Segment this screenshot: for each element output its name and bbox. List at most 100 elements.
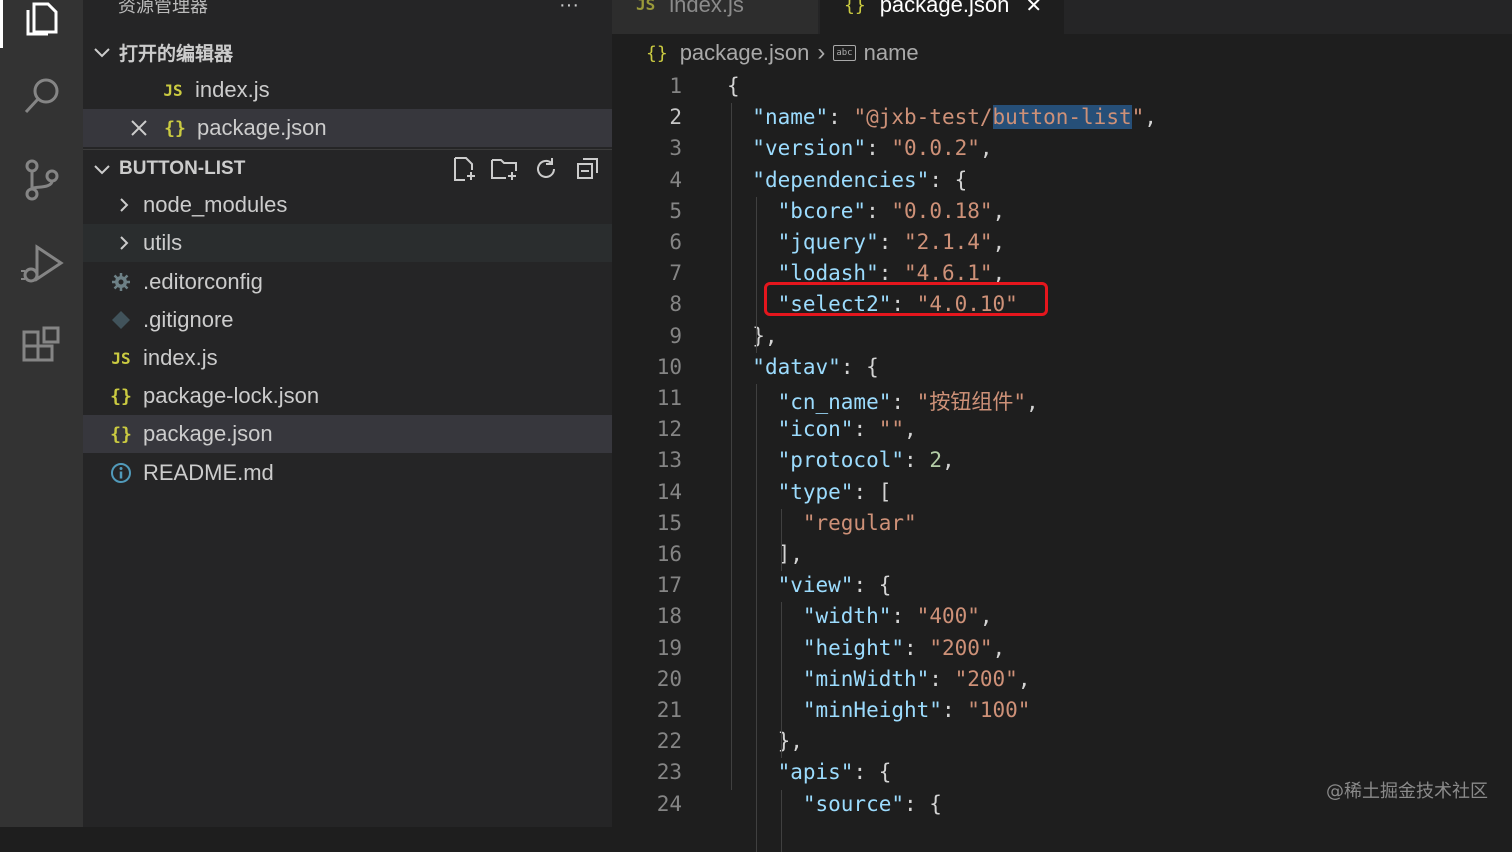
code-line[interactable]: 6 "jquery": "2.1.4", [612, 228, 1512, 259]
code-text: "minHeight": "100" [802, 698, 1031, 722]
search-icon[interactable] [0, 56, 83, 136]
tree-item-file[interactable]: README.md [83, 454, 612, 492]
tab-package-json[interactable]: {} package.json ✕ [820, 0, 1064, 34]
indent-guide [781, 602, 783, 759]
js-file-icon: JS [636, 0, 656, 14]
more-actions-icon[interactable]: ··· [559, 0, 579, 17]
code-line[interactable]: 20 "minWidth": "200", [612, 665, 1512, 696]
text-selection: button-list [992, 105, 1132, 130]
tree-item-label: package-lock.json [143, 383, 320, 408]
tree-item-file[interactable]: JS index.js [83, 339, 612, 377]
indent-guide [756, 196, 758, 353]
explorer-header: 资源管理器 ··· [83, 0, 612, 24]
code-line[interactable]: 8 "select2": "4.0.10" [612, 290, 1512, 321]
code-text: }, [727, 729, 803, 754]
json-file-icon: {} [164, 117, 186, 139]
code-line[interactable]: 16 ], [612, 540, 1512, 571]
line-number: 4 [669, 167, 682, 192]
code-line[interactable]: 19 "height": "200", [612, 634, 1512, 665]
indent-guide [781, 789, 783, 852]
code-line[interactable]: 22 }, [612, 727, 1512, 758]
code-line[interactable]: 15 "regular" [612, 509, 1512, 540]
tree-item-folder[interactable]: node_modules [83, 186, 612, 224]
tree-item-label: index.js [143, 345, 218, 370]
chevron-right-icon [120, 236, 129, 250]
gear-icon [112, 273, 130, 291]
tab-index-js[interactable]: JS index.js [612, 0, 818, 34]
code-text: }, [727, 323, 778, 348]
line-number: 16 [656, 542, 682, 566]
tab-label: index.js [669, 0, 744, 17]
code-line[interactable]: 3 "version": "0.0.2", [612, 134, 1512, 165]
code-text: "type": [ [777, 479, 892, 504]
line-number: 13 [656, 448, 682, 473]
open-editor-label: package.json [197, 115, 327, 140]
explorer-sidebar: 资源管理器 ··· 打开的编辑器 JS index.js {} package.… [83, 0, 612, 827]
open-editor-item[interactable]: {} package.json [83, 109, 612, 147]
new-folder-icon[interactable] [490, 156, 518, 182]
line-number: 7 [669, 261, 682, 286]
tree-item-file[interactable]: .gitignore [83, 301, 612, 339]
code-text: "name": "@jxb-test/button-list", [752, 105, 1157, 130]
js-file-icon: JS [163, 80, 183, 100]
collapse-all-icon[interactable] [575, 156, 601, 182]
code-line[interactable]: 12 "icon": "", [612, 415, 1512, 446]
tree-item-file[interactable]: {} package-lock.json [83, 377, 612, 415]
code-line[interactable]: 9 }, [612, 322, 1512, 353]
explorer-icon[interactable] [0, 0, 83, 58]
run-debug-icon[interactable] [0, 224, 83, 304]
code-editor[interactable]: 1{2 "name": "@jxb-test/button-list", 3 "v… [612, 72, 1512, 852]
line-number: 12 [656, 417, 682, 442]
code-line[interactable]: 7 "lodash": "4.6.1", [612, 259, 1512, 290]
code-line[interactable]: 5 "bcore": "0.0.18", [612, 197, 1512, 228]
tree-item-label: utils [143, 230, 183, 255]
new-file-icon[interactable] [451, 156, 477, 182]
code-line[interactable]: 18 "width": "400", [612, 602, 1512, 633]
refresh-icon[interactable] [533, 156, 559, 182]
code-line[interactable]: 10 "datav": { [612, 353, 1512, 384]
breadcrumb-symbol[interactable]: name [864, 40, 919, 66]
open-editors-section[interactable]: 打开的编辑器 [83, 33, 612, 71]
code-line[interactable]: 1{ [612, 72, 1512, 103]
code-text: "view": { [777, 573, 892, 598]
extensions-icon[interactable] [0, 308, 83, 388]
code-line[interactable]: 14 "type": [ [612, 478, 1512, 509]
tree-item-file[interactable]: .editorconfig [83, 263, 612, 301]
code-text: "cn_name": "按钮组件", [777, 390, 1039, 414]
chevron-down-icon [94, 165, 110, 175]
chevron-down-icon [94, 48, 110, 58]
code-line[interactable]: 21 "minHeight": "100" [612, 696, 1512, 727]
explorer-title: 资源管理器 [118, 0, 208, 16]
line-number: 20 [656, 666, 682, 691]
code-text: "protocol": 2, [777, 448, 955, 473]
breadcrumb-file[interactable]: package.json [680, 40, 810, 66]
highlight-box [764, 282, 1048, 316]
line-number: 18 [656, 604, 682, 629]
code-line[interactable]: 13 "protocol": 2, [612, 446, 1512, 477]
close-icon[interactable] [129, 118, 149, 138]
code-line[interactable]: 17 "view": { [612, 571, 1512, 602]
close-icon[interactable]: ✕ [1025, 0, 1042, 18]
line-number: 8 [669, 292, 682, 317]
code-line[interactable]: 2 "name": "@jxb-test/button-list", [612, 103, 1512, 134]
code-text: "source": { [802, 791, 942, 816]
project-section[interactable]: BUTTON-LIST [83, 149, 612, 188]
code-text: "jquery": "2.1.4", [777, 230, 1006, 254]
source-control-icon[interactable] [0, 140, 83, 220]
code-text: "datav": { [752, 354, 879, 379]
line-number: 9 [669, 323, 682, 348]
code-line[interactable]: 4 "dependencies": { [612, 166, 1512, 197]
code-line[interactable]: 11 "cn_name": "按钮组件", [612, 384, 1512, 415]
line-number: 14 [656, 479, 682, 504]
code-text: "minWidth": "200", [802, 666, 1031, 691]
tree-item-file[interactable]: {} package.json [83, 415, 612, 453]
line-number: 3 [669, 136, 682, 161]
tree-item-folder[interactable]: utils [83, 224, 612, 262]
line-number: 10 [656, 354, 682, 379]
tab-label: package.json [879, 0, 1010, 17]
breadcrumb: {} package.json › abc name [612, 34, 1512, 72]
json-file-icon: {} [110, 423, 132, 445]
tree-item-label: package.json [143, 421, 273, 446]
open-editor-item[interactable]: JS index.js [83, 71, 612, 109]
json-file-icon: {} [844, 0, 866, 16]
